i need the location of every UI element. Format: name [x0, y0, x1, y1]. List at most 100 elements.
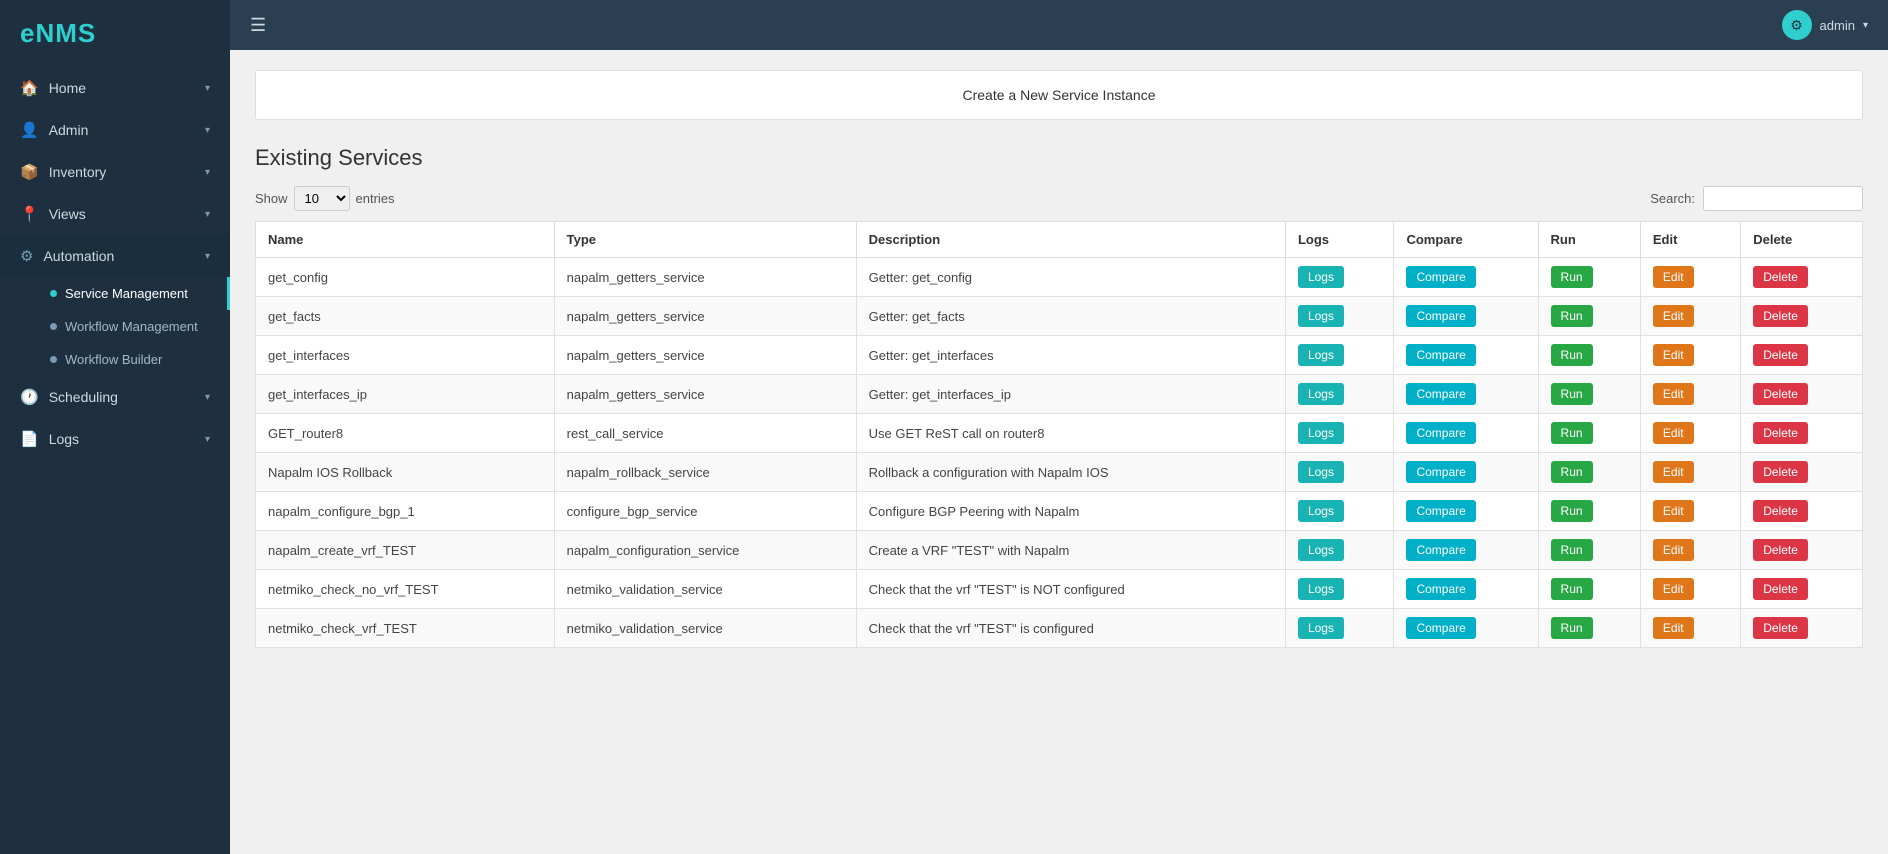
run-button[interactable]: Run: [1551, 617, 1593, 639]
sidebar-subitem-workflow-builder-label: Workflow Builder: [65, 352, 162, 367]
cell-compare: Compare: [1394, 531, 1538, 570]
edit-button[interactable]: Edit: [1653, 461, 1694, 483]
sidebar-item-views[interactable]: 📍 Views ▾: [0, 193, 230, 235]
table-header-row: Name Type Description Logs Compare Run E…: [256, 222, 1863, 258]
logs-button[interactable]: Logs: [1298, 500, 1344, 522]
logs-button[interactable]: Logs: [1298, 266, 1344, 288]
cell-delete: Delete: [1741, 297, 1863, 336]
run-button[interactable]: Run: [1551, 344, 1593, 366]
cell-compare: Compare: [1394, 453, 1538, 492]
logs-button[interactable]: Logs: [1298, 305, 1344, 327]
delete-button[interactable]: Delete: [1753, 266, 1808, 288]
run-button[interactable]: Run: [1551, 383, 1593, 405]
delete-button[interactable]: Delete: [1753, 500, 1808, 522]
delete-button[interactable]: Delete: [1753, 383, 1808, 405]
logs-button[interactable]: Logs: [1298, 383, 1344, 405]
sidebar-item-logs[interactable]: 📄 Logs ▾: [0, 418, 230, 460]
hamburger-menu-icon[interactable]: ☰: [250, 15, 266, 36]
edit-button[interactable]: Edit: [1653, 578, 1694, 600]
delete-button[interactable]: Delete: [1753, 461, 1808, 483]
search-input[interactable]: [1703, 186, 1863, 211]
edit-button[interactable]: Edit: [1653, 344, 1694, 366]
entries-per-page-select[interactable]: 10 25 50 100: [294, 186, 350, 211]
edit-button[interactable]: Edit: [1653, 500, 1694, 522]
create-service-button[interactable]: Create a New Service Instance: [268, 83, 1850, 107]
sidebar-item-admin[interactable]: 👤 Admin ▾: [0, 109, 230, 151]
delete-button[interactable]: Delete: [1753, 578, 1808, 600]
cell-description: Check that the vrf "TEST" is NOT configu…: [856, 570, 1285, 609]
run-button[interactable]: Run: [1551, 539, 1593, 561]
cell-logs: Logs: [1285, 297, 1393, 336]
delete-button[interactable]: Delete: [1753, 305, 1808, 327]
delete-button[interactable]: Delete: [1753, 344, 1808, 366]
logs-button[interactable]: Logs: [1298, 422, 1344, 444]
cell-run: Run: [1538, 375, 1640, 414]
delete-button[interactable]: Delete: [1753, 539, 1808, 561]
cell-name: GET_router8: [256, 414, 555, 453]
run-button[interactable]: Run: [1551, 305, 1593, 327]
logs-button[interactable]: Logs: [1298, 344, 1344, 366]
cell-edit: Edit: [1640, 531, 1740, 570]
sidebar-subitem-service-management[interactable]: Service Management: [0, 277, 230, 310]
run-button[interactable]: Run: [1551, 422, 1593, 444]
compare-button[interactable]: Compare: [1406, 617, 1475, 639]
sidebar-subitem-workflow-management-label: Workflow Management: [65, 319, 198, 334]
show-entries-control: Show 10 25 50 100 entries: [255, 186, 395, 211]
sidebar-item-home[interactable]: 🏠 Home ▾: [0, 67, 230, 109]
compare-button[interactable]: Compare: [1406, 422, 1475, 444]
compare-button[interactable]: Compare: [1406, 383, 1475, 405]
edit-button[interactable]: Edit: [1653, 383, 1694, 405]
sidebar-item-automation[interactable]: ⚙ Automation ▾: [0, 235, 230, 277]
cell-name: get_facts: [256, 297, 555, 336]
compare-button[interactable]: Compare: [1406, 461, 1475, 483]
edit-button[interactable]: Edit: [1653, 617, 1694, 639]
compare-button[interactable]: Compare: [1406, 539, 1475, 561]
logs-button[interactable]: Logs: [1298, 539, 1344, 561]
col-compare: Compare: [1394, 222, 1538, 258]
cell-description: Configure BGP Peering with Napalm: [856, 492, 1285, 531]
user-avatar: ⚙: [1782, 10, 1812, 40]
sidebar-item-inventory-label: Inventory: [49, 164, 107, 180]
run-button[interactable]: Run: [1551, 500, 1593, 522]
logs-chevron: ▾: [205, 434, 210, 445]
content-area: Create a New Service Instance Existing S…: [230, 50, 1888, 854]
delete-button[interactable]: Delete: [1753, 617, 1808, 639]
run-button[interactable]: Run: [1551, 461, 1593, 483]
cell-logs: Logs: [1285, 414, 1393, 453]
user-dropdown-icon[interactable]: ▾: [1863, 20, 1868, 31]
cell-description: Create a VRF "TEST" with Napalm: [856, 531, 1285, 570]
cell-description: Getter: get_config: [856, 258, 1285, 297]
views-icon: 📍: [20, 205, 39, 223]
cell-type: napalm_rollback_service: [554, 453, 856, 492]
topbar-right: ⚙ admin ▾: [1782, 10, 1868, 40]
sidebar-subitem-workflow-builder[interactable]: Workflow Builder: [0, 343, 230, 376]
sidebar-item-scheduling[interactable]: 🕐 Scheduling ▾: [0, 376, 230, 418]
compare-button[interactable]: Compare: [1406, 305, 1475, 327]
cell-type: netmiko_validation_service: [554, 570, 856, 609]
sidebar-item-logs-label: Logs: [49, 431, 79, 447]
run-button[interactable]: Run: [1551, 578, 1593, 600]
services-table: Name Type Description Logs Compare Run E…: [255, 221, 1863, 648]
edit-button[interactable]: Edit: [1653, 305, 1694, 327]
compare-button[interactable]: Compare: [1406, 578, 1475, 600]
show-label: Show: [255, 191, 288, 206]
delete-button[interactable]: Delete: [1753, 422, 1808, 444]
sidebar-item-admin-label: Admin: [49, 122, 89, 138]
edit-button[interactable]: Edit: [1653, 266, 1694, 288]
compare-button[interactable]: Compare: [1406, 266, 1475, 288]
automation-icon: ⚙: [20, 247, 33, 265]
sidebar-item-inventory[interactable]: 📦 Inventory ▾: [0, 151, 230, 193]
logs-button[interactable]: Logs: [1298, 617, 1344, 639]
compare-button[interactable]: Compare: [1406, 500, 1475, 522]
cell-delete: Delete: [1741, 414, 1863, 453]
run-button[interactable]: Run: [1551, 266, 1593, 288]
edit-button[interactable]: Edit: [1653, 539, 1694, 561]
sidebar-subitem-workflow-management[interactable]: Workflow Management: [0, 310, 230, 343]
cell-delete: Delete: [1741, 336, 1863, 375]
cell-logs: Logs: [1285, 570, 1393, 609]
logs-button[interactable]: Logs: [1298, 461, 1344, 483]
logs-button[interactable]: Logs: [1298, 578, 1344, 600]
compare-button[interactable]: Compare: [1406, 344, 1475, 366]
edit-button[interactable]: Edit: [1653, 422, 1694, 444]
cell-edit: Edit: [1640, 609, 1740, 648]
